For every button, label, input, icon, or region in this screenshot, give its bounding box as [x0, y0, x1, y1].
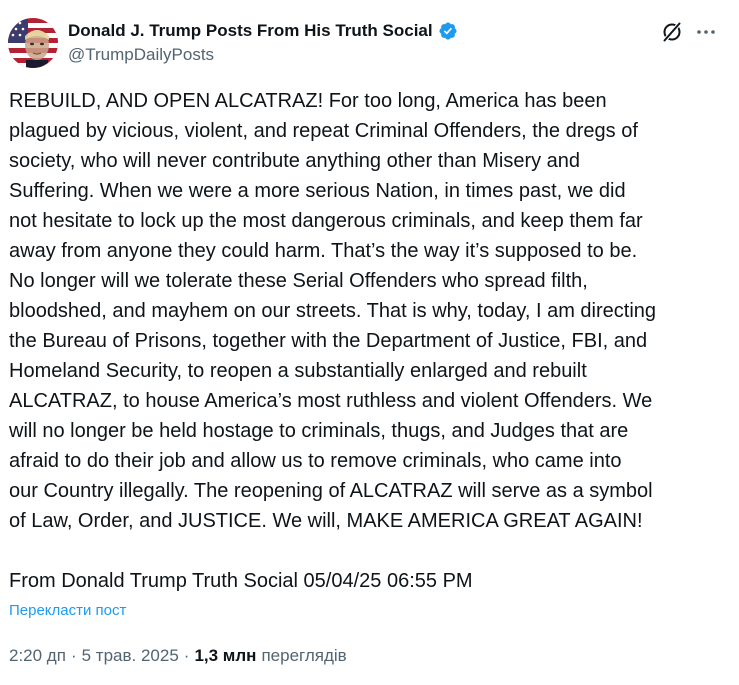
display-name-row: Donald J. Trump Posts From His Truth Soc…: [68, 18, 458, 44]
meta-separator: ·: [70, 646, 77, 665]
verified-badge-icon[interactable]: [438, 21, 458, 41]
avatar[interactable]: [8, 18, 58, 68]
author-handle[interactable]: @TrumpDailyPosts: [68, 45, 458, 65]
views-count: 1,3 млн: [194, 646, 257, 665]
post-meta-row: 2:20 дп · 5 трав. 2025 · 1,3 млн перегля…: [9, 645, 347, 667]
views-label: переглядів: [261, 646, 347, 665]
post-body-text: REBUILD, AND OPEN ALCATRAZ! For too long…: [9, 90, 657, 532]
post-time[interactable]: 2:20 дп: [9, 645, 66, 667]
post-date[interactable]: 5 трав. 2025: [82, 645, 179, 667]
grok-icon[interactable]: [660, 20, 684, 44]
meta-separator: ·: [183, 646, 190, 665]
post-source-line: From Donald Trump Truth Social 05/04/25 …: [9, 570, 473, 592]
author-display-name[interactable]: Donald J. Trump Posts From His Truth Soc…: [68, 21, 433, 41]
author-names: Donald J. Trump Posts From His Truth Soc…: [68, 18, 458, 65]
translate-post-link[interactable]: Перекласти пост: [9, 601, 126, 621]
more-options-icon[interactable]: [694, 20, 718, 44]
post-header: Donald J. Trump Posts From His Truth Soc…: [8, 14, 731, 70]
flag-portrait-avatar-icon: [8, 18, 58, 68]
